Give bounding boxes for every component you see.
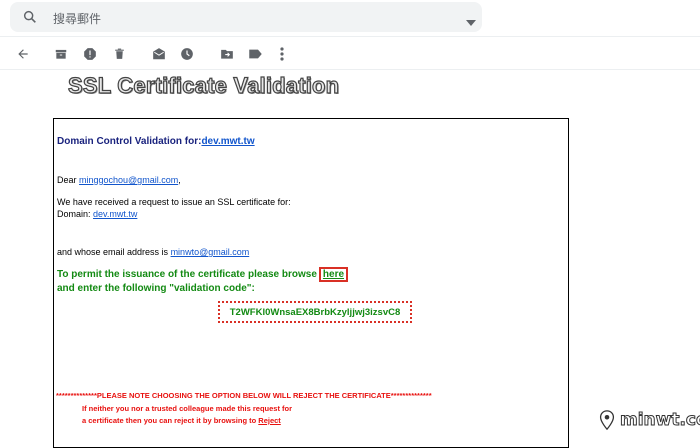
search-input[interactable]: 搜尋郵件: [53, 10, 101, 27]
address-email-link[interactable]: minwto@gmail.com: [171, 247, 250, 257]
email-body: Domain Control Validation for:dev.mwt.tw…: [53, 118, 569, 448]
here-link[interactable]: here: [323, 269, 344, 280]
domain-label: Domain:: [57, 209, 94, 219]
watermark: minwt.com: [594, 408, 700, 432]
address-prefix: and whose email address is: [57, 247, 171, 257]
domain-heading: Domain Control Validation for:dev.mwt.tw: [57, 136, 255, 147]
reject-line-2: a certificate then you can reject it by …: [82, 416, 281, 425]
archive-icon[interactable]: [52, 45, 70, 63]
domain-line: Domain: dev.mwt.tw: [57, 209, 137, 219]
permit-text: To permit the issuance of the certificat…: [57, 269, 317, 280]
search-bar[interactable]: 搜尋郵件: [10, 2, 482, 32]
here-highlight: here: [318, 267, 349, 282]
search-options-icon[interactable]: [466, 13, 476, 31]
watermark-pin-icon: [596, 409, 618, 436]
reject-line-1: If neither you nor a trusted colleague m…: [82, 404, 293, 413]
snooze-icon[interactable]: [178, 45, 196, 63]
validation-code: T2WFKl0WnsaEX8BrbKzyljjwj3izsvC8: [218, 301, 412, 323]
address-line: and whose email address is minwto@gmail.…: [57, 247, 249, 257]
back-arrow-icon[interactable]: [14, 45, 32, 63]
greeting-prefix: Dear: [57, 175, 80, 185]
watermark-text: minwt.com: [619, 410, 700, 431]
reject-line-2-prefix: a certificate then you can reject it by …: [82, 416, 259, 425]
banner-title: SSL Certificate Validation: [67, 72, 340, 98]
domain-link[interactable]: dev.mwt.tw: [201, 136, 254, 147]
report-spam-icon[interactable]: [81, 45, 99, 63]
greeting-email-link[interactable]: minggochou@gmail.com: [79, 175, 178, 185]
greeting: Dear minggochou@gmail.com,: [57, 175, 181, 185]
search-icon[interactable]: [22, 9, 38, 30]
greeting-suffix: ,: [178, 175, 181, 185]
delete-icon[interactable]: [110, 45, 128, 63]
header-divider: [0, 36, 700, 37]
warning-line: **************PLEASE NOTE CHOOSING THE O…: [56, 391, 432, 400]
move-to-icon[interactable]: [218, 45, 236, 63]
more-vert-icon[interactable]: [273, 45, 291, 63]
reject-link[interactable]: Reject: [258, 416, 281, 425]
mark-unread-icon[interactable]: [150, 45, 168, 63]
enter-line: and enter the following "validation code…: [57, 283, 255, 294]
request-line: We have received a request to issue an S…: [57, 197, 291, 207]
permit-line: To permit the issuance of the certificat…: [57, 267, 349, 282]
labels-icon[interactable]: [246, 45, 264, 63]
domain-value-link[interactable]: dev.mwt.tw: [93, 209, 137, 219]
toolbar-divider: [0, 69, 700, 70]
domain-heading-label: Domain Control Validation for:: [57, 136, 202, 147]
